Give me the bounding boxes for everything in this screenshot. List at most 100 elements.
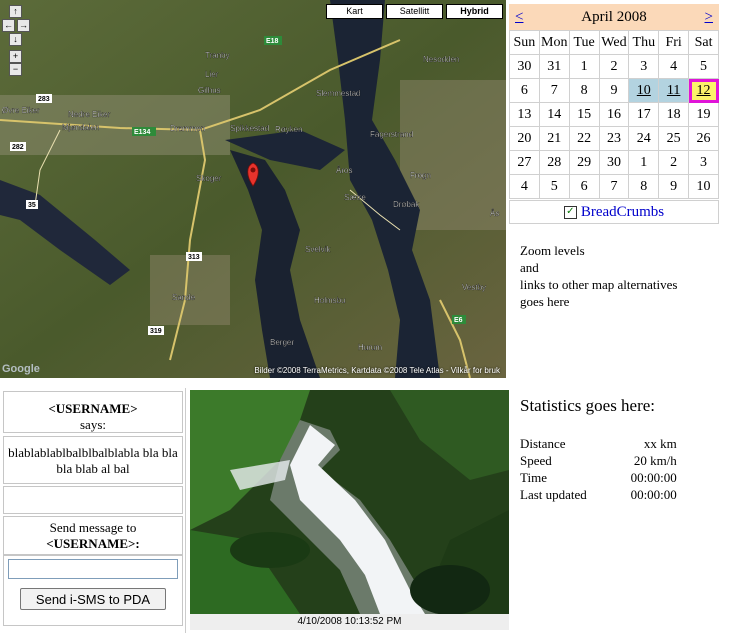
calendar-week-row: 4 5 6 7 8 9 10: [509, 174, 719, 199]
weekday-label: Tue: [568, 30, 600, 55]
next-month-link[interactable]: >: [705, 9, 713, 26]
calendar-day[interactable]: 3: [688, 150, 719, 175]
calendar-day[interactable]: 2: [658, 150, 690, 175]
weekday-label: Sat: [688, 30, 719, 55]
breadcrumbs-checkbox[interactable]: ✓: [563, 205, 577, 219]
statistics-panel: Statistics goes here: Distance xx km Spe…: [520, 396, 720, 503]
sender-username: <USERNAME>: [48, 401, 138, 416]
stat-row: Distance xx km: [520, 435, 677, 452]
weekday-label: Mon: [538, 30, 570, 55]
calendar-day[interactable]: 18: [658, 102, 690, 127]
placeholder-line: links to other map alternatives: [520, 277, 678, 292]
map-type-hybrid-button[interactable]: Hybrid: [446, 4, 503, 19]
breadcrumbs-toggle[interactable]: ✓ BreadCrumbs: [509, 200, 719, 224]
map-type-kart-button[interactable]: Kart: [326, 4, 383, 19]
pan-left-icon[interactable]: ←: [2, 19, 15, 32]
map-type-satellitt-button[interactable]: Satellitt: [386, 4, 443, 19]
chat-panel: <USERNAME> says: blablablablbalblbalblab…: [0, 388, 186, 633]
calendar-day-today[interactable]: 12: [688, 78, 719, 103]
satellite-imagery: E18 E134 283 282 35 313 319 E6 Tranby Li…: [0, 0, 506, 378]
calendar-day[interactable]: 28: [538, 150, 570, 175]
calendar-day[interactable]: 27: [509, 150, 540, 175]
calendar-day[interactable]: 3: [628, 54, 660, 79]
calendar-day[interactable]: 6: [509, 78, 540, 103]
photo-timestamp: 4/10/2008 10:13:52 PM: [190, 614, 509, 630]
calendar-week-row: 27 28 29 30 1 2 3: [509, 150, 719, 175]
place-label: Åros: [336, 166, 352, 175]
calendar-month-title: April 2008: [581, 8, 647, 25]
stat-label: Last updated: [520, 486, 587, 502]
calendar-day[interactable]: 6: [568, 174, 600, 199]
calendar-day[interactable]: 16: [598, 102, 630, 127]
map-type-switcher: Kart Satellitt Hybrid: [326, 4, 503, 19]
calendar-day[interactable]: 14: [538, 102, 570, 127]
calendar-day[interactable]: 8: [628, 174, 660, 199]
place-label: Sande: [172, 293, 196, 302]
place-label: Svelvik: [305, 245, 331, 254]
map-view[interactable]: E18 E134 283 282 35 313 319 E6 Tranby Li…: [0, 0, 506, 378]
breadcrumbs-label: BreadCrumbs: [580, 203, 665, 220]
calendar-day[interactable]: 4: [658, 54, 690, 79]
weekday-label: Thu: [628, 30, 660, 55]
calendar-day[interactable]: 10: [688, 174, 719, 199]
calendar-day[interactable]: 5: [538, 174, 570, 199]
calendar-day[interactable]: 8: [568, 78, 600, 103]
calendar-day[interactable]: 26: [688, 126, 719, 151]
zoom-in-icon[interactable]: +: [9, 50, 22, 63]
calendar-day[interactable]: 7: [598, 174, 630, 199]
calendar-day[interactable]: 4: [509, 174, 540, 199]
message-text: blablablablbalblbalblabla bla bla bla bl…: [8, 445, 178, 476]
calendar-day[interactable]: 15: [568, 102, 600, 127]
pan-up-icon[interactable]: ↑: [9, 5, 22, 18]
prev-month-link[interactable]: <: [515, 9, 523, 26]
calendar-day[interactable]: 9: [658, 174, 690, 199]
calendar-day[interactable]: 19: [688, 102, 719, 127]
calendar-day[interactable]: 22: [568, 126, 600, 151]
calendar-day[interactable]: 9: [598, 78, 630, 103]
calendar-day-selected[interactable]: 11: [658, 78, 690, 103]
statistics-title: Statistics goes here:: [520, 396, 656, 415]
send-sms-button[interactable]: Send i-SMS to PDA: [20, 588, 166, 610]
place-label: Lier: [205, 70, 219, 79]
calendar-day[interactable]: 1: [628, 150, 660, 175]
sms-message-input[interactable]: [8, 559, 178, 579]
calendar: < April 2008 > Sun Mon Tue Wed Thu Fri S…: [509, 4, 719, 224]
calendar-day[interactable]: 20: [509, 126, 540, 151]
calendar-day[interactable]: 17: [628, 102, 660, 127]
place-label: Tranby: [205, 51, 230, 60]
calendar-day[interactable]: 1: [568, 54, 600, 79]
stat-label: Speed: [520, 452, 552, 468]
place-label: Berger: [270, 338, 294, 347]
stat-label: Distance: [520, 435, 566, 451]
stat-value: xx km: [643, 435, 677, 451]
google-logo: Google: [2, 363, 40, 375]
place-label: Øvre Eiker: [2, 106, 40, 115]
calendar-day[interactable]: 2: [598, 54, 630, 79]
calendar-day[interactable]: 31: [538, 54, 570, 79]
statistics-table: Distance xx km Speed 20 km/h Time 00:00:…: [520, 435, 677, 503]
pan-right-icon[interactable]: →: [17, 19, 30, 32]
road-label-e18: E18: [266, 38, 279, 45]
calendar-day[interactable]: 7: [538, 78, 570, 103]
calendar-day[interactable]: 24: [628, 126, 660, 151]
calendar-day-selected[interactable]: 10: [628, 78, 660, 103]
calendar-day[interactable]: 30: [598, 150, 630, 175]
stat-row: Last updated 00:00:00: [520, 486, 677, 503]
calendar-day[interactable]: 25: [658, 126, 690, 151]
calendar-day[interactable]: 23: [598, 126, 630, 151]
road-label-313: 313: [188, 254, 200, 261]
calendar-day[interactable]: 21: [538, 126, 570, 151]
pan-down-icon[interactable]: ↓: [9, 33, 22, 46]
calendar-day[interactable]: 30: [509, 54, 540, 79]
calendar-week-row: 20 21 22 23 24 25 26: [509, 126, 719, 151]
place-label: Røyken: [275, 125, 303, 134]
calendar-day[interactable]: 13: [509, 102, 540, 127]
zoom-out-icon[interactable]: −: [9, 63, 22, 76]
photo-image: [190, 390, 509, 614]
place-label: Holmsbu: [314, 296, 346, 305]
road-label-283: 283: [38, 96, 50, 103]
calendar-day[interactable]: 5: [688, 54, 719, 79]
placeholder-line: goes here: [520, 294, 570, 309]
calendar-day[interactable]: 29: [568, 150, 600, 175]
send-to-box: Send message to <USERNAME>:: [3, 516, 183, 556]
